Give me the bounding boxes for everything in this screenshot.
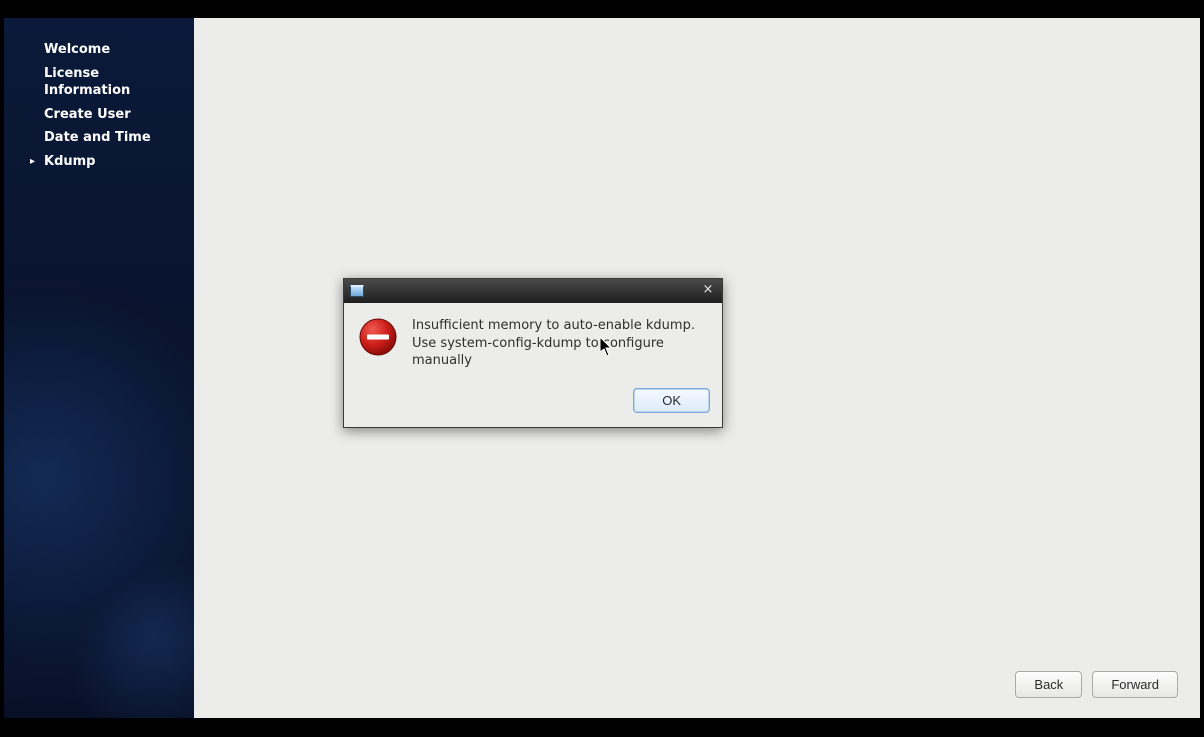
dialog-actions: OK	[344, 378, 722, 427]
ok-button[interactable]: OK	[633, 388, 710, 413]
sidebar-item-label: Create User	[44, 107, 131, 122]
error-dialog: × Insufficient memory to aut	[343, 278, 723, 428]
back-button[interactable]: Back	[1015, 671, 1082, 698]
sidebar-item-create-user[interactable]: Create User	[4, 103, 194, 127]
setup-steps-sidebar: Welcome License Information Create User …	[4, 18, 194, 718]
window-icon	[350, 285, 364, 297]
sidebar-item-welcome[interactable]: Welcome	[4, 38, 194, 62]
dialog-titlebar[interactable]: ×	[344, 279, 722, 303]
close-icon[interactable]: ×	[700, 283, 716, 299]
sidebar-item-date-time[interactable]: Date and Time	[4, 126, 194, 150]
dialog-message-line1: Insufficient memory to auto-enable kdump…	[412, 317, 708, 335]
sidebar-item-label: License Information	[44, 66, 130, 99]
dialog-body: Insufficient memory to auto-enable kdump…	[344, 303, 722, 378]
active-step-arrow-icon: ▸	[30, 155, 35, 169]
sidebar-item-kdump[interactable]: ▸ Kdump	[4, 150, 194, 174]
dialog-message-line2: Use system-config-kdump to configure man…	[412, 335, 708, 370]
wizard-footer: Back Forward	[1015, 671, 1178, 698]
sidebar-item-label: Date and Time	[44, 130, 151, 145]
dialog-message: Insufficient memory to auto-enable kdump…	[412, 317, 708, 370]
sidebar-item-license[interactable]: License Information	[4, 62, 194, 103]
sidebar-item-label: Welcome	[44, 42, 110, 57]
sidebar-item-label: Kdump	[44, 154, 96, 169]
error-icon	[358, 317, 398, 357]
forward-button[interactable]: Forward	[1092, 671, 1178, 698]
app-frame: Welcome License Information Create User …	[4, 18, 1200, 718]
